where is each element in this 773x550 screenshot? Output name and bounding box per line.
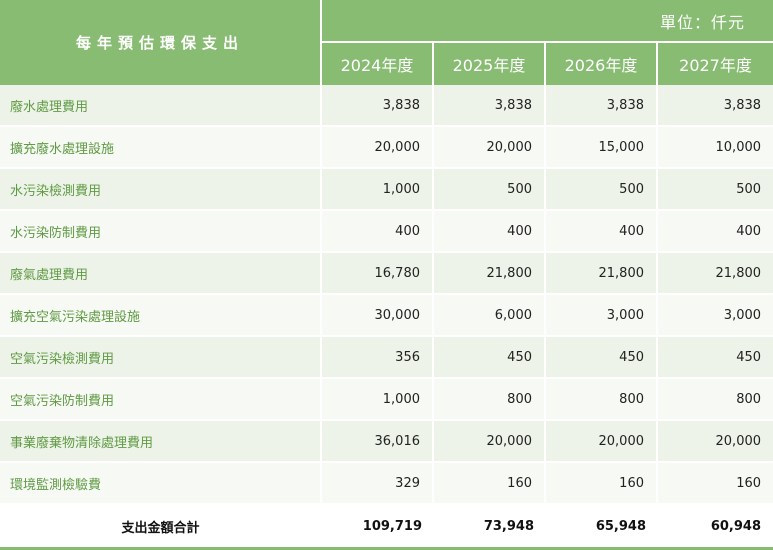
value-cell: 20,000 <box>658 421 773 463</box>
row-label: 空氣污染檢測費用 <box>0 337 322 379</box>
value-cell: 800 <box>546 379 658 421</box>
value-cell: 400 <box>546 211 658 253</box>
value-cell: 6,000 <box>434 295 546 337</box>
row-label: 水污染檢測費用 <box>0 169 322 211</box>
table-row: 空氣污染檢測費用 356 450 450 450 <box>0 337 773 379</box>
value-cell: 3,838 <box>546 85 658 127</box>
value-cell: 800 <box>434 379 546 421</box>
year-header-2026: 2026年度 <box>546 43 658 85</box>
value-cell: 36,016 <box>322 421 434 463</box>
value-cell: 400 <box>322 211 434 253</box>
table-row: 水污染檢測費用 1,000 500 500 500 <box>0 169 773 211</box>
total-label: 支出金額合計 <box>0 505 322 550</box>
total-value-cell: 60,948 <box>658 505 773 550</box>
row-label: 環境監測檢驗費 <box>0 463 322 505</box>
year-header-2027: 2027年度 <box>658 43 773 85</box>
row-label: 廢氣處理費用 <box>0 253 322 295</box>
value-cell: 450 <box>546 337 658 379</box>
value-cell: 356 <box>322 337 434 379</box>
value-cell: 500 <box>434 169 546 211</box>
year-header-2024: 2024年度 <box>322 43 434 85</box>
value-cell: 20,000 <box>322 127 434 169</box>
value-cell: 3,838 <box>434 85 546 127</box>
value-cell: 21,800 <box>546 253 658 295</box>
table-row: 環境監測檢驗費 329 160 160 160 <box>0 463 773 505</box>
table-row: 廢氣處理費用 16,780 21,800 21,800 21,800 <box>0 253 773 295</box>
year-header-2025: 2025年度 <box>434 43 546 85</box>
value-cell: 15,000 <box>546 127 658 169</box>
value-cell: 329 <box>322 463 434 505</box>
value-cell: 20,000 <box>434 421 546 463</box>
total-value-cell: 109,719 <box>322 505 434 550</box>
table-row: 擴充廢水處理設施 20,000 20,000 15,000 10,000 <box>0 127 773 169</box>
row-label: 空氣污染防制費用 <box>0 379 322 421</box>
row-label: 擴充空氣污染處理設施 <box>0 295 322 337</box>
table-row: 廢水處理費用 3,838 3,838 3,838 3,838 <box>0 85 773 127</box>
row-label: 廢水處理費用 <box>0 85 322 127</box>
value-cell: 3,838 <box>322 85 434 127</box>
table-row: 擴充空氣污染處理設施 30,000 6,000 3,000 3,000 <box>0 295 773 337</box>
value-cell: 20,000 <box>434 127 546 169</box>
total-value-cell: 65,948 <box>546 505 658 550</box>
total-value-cell: 73,948 <box>434 505 546 550</box>
value-cell: 500 <box>546 169 658 211</box>
table-row: 事業廢棄物清除處理費用 36,016 20,000 20,000 20,000 <box>0 421 773 463</box>
value-cell: 3,838 <box>658 85 773 127</box>
value-cell: 16,780 <box>322 253 434 295</box>
table-row: 水污染防制費用 400 400 400 400 <box>0 211 773 253</box>
value-cell: 450 <box>434 337 546 379</box>
value-cell: 160 <box>434 463 546 505</box>
value-cell: 20,000 <box>546 421 658 463</box>
value-cell: 500 <box>658 169 773 211</box>
table-row: 空氣污染防制費用 1,000 800 800 800 <box>0 379 773 421</box>
value-cell: 21,800 <box>658 253 773 295</box>
value-cell: 800 <box>658 379 773 421</box>
value-cell: 10,000 <box>658 127 773 169</box>
row-label: 水污染防制費用 <box>0 211 322 253</box>
value-cell: 3,000 <box>546 295 658 337</box>
table-title: 每年預估環保支出 <box>0 0 322 85</box>
environmental-expense-table: 每年預估環保支出 單位：仟元 2024年度 2025年度 2026年度 2027… <box>0 0 773 550</box>
row-label: 擴充廢水處理設施 <box>0 127 322 169</box>
value-cell: 1,000 <box>322 169 434 211</box>
value-cell: 450 <box>658 337 773 379</box>
value-cell: 30,000 <box>322 295 434 337</box>
unit-label: 單位：仟元 <box>322 0 773 43</box>
total-row: 支出金額合計 109,719 73,948 65,948 60,948 <box>0 505 773 550</box>
value-cell: 160 <box>658 463 773 505</box>
value-cell: 400 <box>434 211 546 253</box>
value-cell: 3,000 <box>658 295 773 337</box>
value-cell: 400 <box>658 211 773 253</box>
expense-table-container: 每年預估環保支出 單位：仟元 2024年度 2025年度 2026年度 2027… <box>0 0 773 550</box>
value-cell: 21,800 <box>434 253 546 295</box>
value-cell: 160 <box>546 463 658 505</box>
value-cell: 1,000 <box>322 379 434 421</box>
row-label: 事業廢棄物清除處理費用 <box>0 421 322 463</box>
